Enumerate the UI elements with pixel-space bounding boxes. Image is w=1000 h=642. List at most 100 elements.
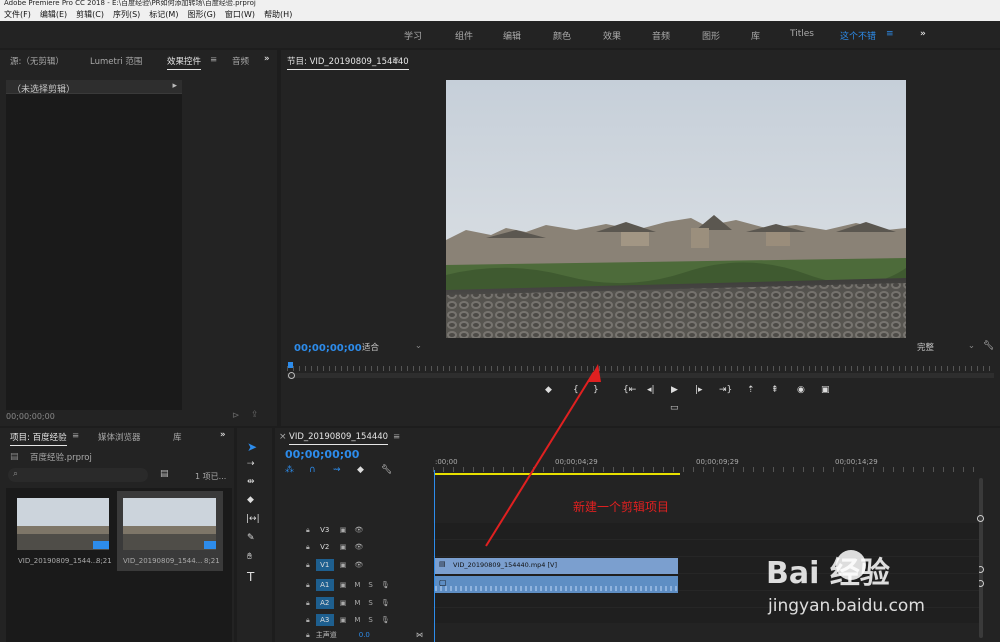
workspace-custom[interactable]: 这个不错	[840, 29, 876, 42]
tab-libraries[interactable]: 库	[173, 431, 182, 443]
nest-icon[interactable]: ⁂	[285, 465, 294, 475]
mute-button[interactable]: M	[354, 616, 360, 624]
slip-tool-icon[interactable]: |↔|	[246, 514, 260, 524]
program-scrubber[interactable]	[287, 362, 994, 380]
menu-sequence[interactable]: 序列(S)	[113, 9, 140, 20]
menu-window[interactable]: 窗口(W)	[225, 9, 255, 20]
go-to-out-icon[interactable]: ⇥}	[719, 385, 732, 395]
program-menu-icon[interactable]: ≡	[392, 55, 399, 65]
pen-tool-icon[interactable]: ✎	[247, 533, 255, 543]
play-only-icon[interactable]: ▸	[172, 81, 177, 91]
mute-button[interactable]: M	[354, 599, 360, 607]
panel-menu-icon[interactable]: ≡	[210, 55, 217, 65]
menu-file[interactable]: 文件(F)	[4, 9, 31, 20]
tab-source[interactable]: 源:（无剪辑）	[10, 55, 64, 67]
camera-icon[interactable]: ◉	[797, 385, 805, 395]
more-tabs-icon[interactable]: »	[220, 430, 226, 440]
wrench-icon[interactable]: 🔧︎	[381, 465, 392, 475]
step-forward-icon[interactable]: |▸	[695, 385, 703, 395]
fit-dropdown[interactable]: 适合 ⌄	[362, 341, 422, 353]
close-icon[interactable]: ×	[279, 432, 287, 442]
eye-icon[interactable]: 👁︎	[354, 543, 363, 551]
tab-lumetri-scopes[interactable]: Lumetri 范围	[90, 55, 142, 67]
project-search-input[interactable]: ⌕	[8, 468, 148, 482]
menu-help[interactable]: 帮助(H)	[264, 9, 292, 20]
workspace-learning[interactable]: 学习	[404, 29, 422, 42]
sync-lock-icon[interactable]: ▣	[340, 599, 347, 607]
track-target-v2[interactable]: V2	[316, 541, 334, 553]
program-timecode[interactable]: 00;00;00;00	[294, 343, 362, 354]
filter-icon[interactable]: ⊳	[232, 411, 240, 421]
tab-media-browser[interactable]: 媒体浏览器	[98, 431, 141, 443]
new-bin-icon[interactable]: ▤	[160, 469, 169, 479]
eye-icon[interactable]: 👁︎	[354, 526, 363, 534]
track-target-v1[interactable]: V1	[315, 559, 334, 571]
add-marker-icon[interactable]: ◆	[357, 465, 364, 475]
razor-tool-icon[interactable]: ◆	[247, 495, 254, 505]
lock-icon[interactable]: 🔒︎	[306, 561, 310, 570]
wrench-icon[interactable]: 🔧︎	[983, 341, 994, 351]
lock-icon[interactable]: 🔒︎	[306, 631, 310, 640]
workspace-graphics[interactable]: 图形	[702, 29, 720, 42]
go-to-in-icon[interactable]: {⇤	[623, 385, 636, 395]
menu-edit[interactable]: 编辑(E)	[40, 9, 67, 20]
microphone-icon[interactable]: 🎙︎	[381, 616, 390, 624]
tab-effect-controls[interactable]: 效果控件	[167, 55, 202, 70]
tab-sequence[interactable]: VID_20190809_154440	[289, 432, 389, 445]
snap-icon[interactable]: ∩	[309, 465, 316, 475]
tab-audio[interactable]: 音频	[232, 55, 249, 67]
hamburger-icon[interactable]: ≡	[886, 29, 894, 39]
lift-icon[interactable]: ⇡	[747, 385, 755, 395]
project-item[interactable]: VID_20190809_1544... 8;21	[10, 491, 114, 571]
scroll-handle[interactable]	[977, 515, 984, 522]
extract-icon[interactable]: ⇞	[771, 385, 779, 395]
project-menu-icon[interactable]: ≡	[72, 431, 79, 441]
playhead-marker[interactable]	[288, 362, 293, 368]
solo-button[interactable]: S	[368, 599, 372, 607]
zoom-bar[interactable]	[287, 373, 994, 378]
project-item-selected[interactable]: VID_20190809_1544... 8;21	[117, 491, 223, 571]
linked-selection-icon[interactable]: ⇝	[333, 465, 341, 475]
solo-button[interactable]: S	[368, 616, 372, 624]
microphone-icon[interactable]: 🎙︎	[381, 581, 390, 589]
workspace-audio[interactable]: 音频	[652, 29, 670, 42]
mute-button[interactable]: M	[354, 581, 360, 589]
track-target-a1[interactable]: A1	[315, 579, 334, 591]
track-target-a3[interactable]: A3	[315, 614, 334, 626]
timeline-timecode[interactable]: 00;00;00;00	[285, 448, 359, 461]
menu-clip[interactable]: 剪辑(C)	[76, 9, 104, 20]
play-icon[interactable]: ▶	[671, 385, 678, 395]
step-back-icon[interactable]: ◂|	[647, 385, 655, 395]
workspace-titles[interactable]: Titles	[790, 29, 814, 39]
workspace-effects[interactable]: 效果	[603, 29, 621, 42]
eye-icon[interactable]: 👁︎	[354, 561, 363, 569]
track-target-a2[interactable]: A2	[315, 597, 334, 609]
track-select-tool-icon[interactable]: ⇢	[247, 459, 255, 469]
workspace-libraries[interactable]: 库	[751, 29, 760, 42]
sync-lock-icon[interactable]: ▣	[340, 581, 347, 589]
type-tool-icon[interactable]: T	[247, 570, 254, 584]
sync-lock-icon[interactable]: ▣	[340, 543, 347, 551]
track-target-v3[interactable]: V3	[316, 524, 334, 536]
export-icon[interactable]: ⇪	[251, 410, 259, 420]
button-editor-icon[interactable]: ▭	[670, 403, 679, 413]
sequence-menu-icon[interactable]: ≡	[393, 432, 400, 442]
workspace-assembly[interactable]: 组件	[455, 29, 473, 42]
quality-dropdown[interactable]: 完整 ⌄	[917, 341, 975, 353]
solo-button[interactable]: S	[368, 581, 372, 589]
ripple-edit-tool-icon[interactable]: ⇹	[247, 477, 255, 487]
microphone-icon[interactable]: 🎙︎	[381, 599, 390, 607]
sync-lock-icon[interactable]: ▣	[340, 526, 347, 534]
go-to-end-icon[interactable]: ⋈	[416, 631, 423, 639]
more-workspaces-icon[interactable]: »	[920, 29, 926, 39]
hand-tool-icon[interactable]: ✋︎	[247, 552, 252, 562]
menu-graphics[interactable]: 图形(G)	[187, 9, 215, 20]
sync-lock-icon[interactable]: ▣	[340, 561, 347, 569]
lock-icon[interactable]: 🔒︎	[306, 526, 310, 535]
workspace-editing[interactable]: 编辑	[503, 29, 521, 42]
lock-icon[interactable]: 🔒︎	[306, 599, 310, 608]
compare-view-icon[interactable]: ▣	[821, 385, 830, 395]
workspace-color[interactable]: 颜色	[553, 29, 571, 42]
lock-icon[interactable]: 🔒︎	[306, 581, 310, 590]
menu-marker[interactable]: 标记(M)	[149, 9, 178, 20]
